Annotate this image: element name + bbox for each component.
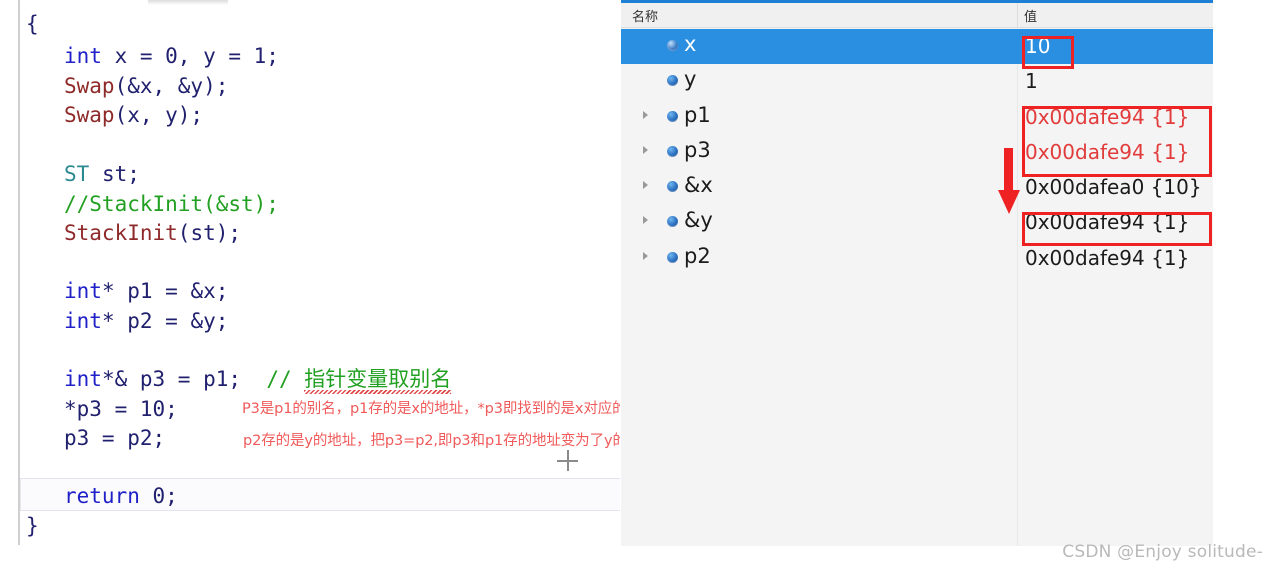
code-editor-pane[interactable]: {int x = 0, y = 1; Swap(&x, &y); Swap(x, y… <box>0 0 620 574</box>
variable-dot-icon <box>667 181 678 193</box>
clipped-text-sliver <box>148 0 228 5</box>
code-token: int <box>64 279 102 303</box>
code-token: int <box>64 367 102 391</box>
watch-column-header-value[interactable]: 值 <box>1024 6 1037 25</box>
watch-row[interactable]: p2 0x00dafe94 {1} <box>621 241 1213 276</box>
watch-row-name: p3 <box>684 137 711 162</box>
watch-row-value[interactable]: 0x00dafe94 {1} <box>1025 105 1189 129</box>
watch-row[interactable]: &y 0x00dafe94 {1} <box>621 205 1213 240</box>
variable-dot-icon <box>667 145 678 157</box>
code-token: int <box>64 309 102 333</box>
red-down-arrow-annotation <box>998 148 1020 214</box>
code-token: 0; <box>139 484 178 508</box>
code-token: Swap <box>64 74 115 98</box>
column-divider[interactable] <box>1017 3 1018 27</box>
watch-column-header: 名称 值 <box>621 3 1213 28</box>
variable-dot-icon <box>667 110 678 122</box>
watch-row[interactable]: y1 <box>621 64 1213 99</box>
chevron-right-icon[interactable] <box>643 110 648 119</box>
code-line[interactable]: return 0; <box>64 482 178 512</box>
chevron-right-icon[interactable] <box>643 251 648 260</box>
code-line[interactable]: *p3 = 10; <box>64 395 178 425</box>
watch-row[interactable]: x 10 <box>621 29 1213 65</box>
arrow-shaft <box>1004 148 1013 192</box>
code-token: //StackInit(&st); <box>64 192 279 216</box>
watch-row[interactable]: p3 0x00dafe94 {1} <box>621 135 1213 170</box>
code-line[interactable]: { <box>26 10 39 40</box>
code-token: 指针变量取别名 <box>304 367 452 391</box>
code-line[interactable]: int* p2 = &y; <box>64 307 228 337</box>
code-red-note: P3是p1的别名，p1存的是x的地址，*p3即找到的是x对应的值，*p3=10,… <box>242 401 620 417</box>
csdn-watermark: CSDN @Enjoy solitude- <box>1062 542 1263 562</box>
code-token: } <box>26 514 39 538</box>
code-token: *& p3 = p1; <box>101 367 267 391</box>
code-line[interactable]: ST st; <box>64 160 140 190</box>
code-token: int <box>64 44 102 68</box>
code-line[interactable]: int*& p3 = p1; // 指针变量取别名 <box>64 365 451 395</box>
watch-row-name: p1 <box>684 102 711 127</box>
watch-row[interactable]: p1 0x00dafe94 {1} <box>621 100 1213 135</box>
code-token: st; <box>89 162 140 186</box>
code-token: (x, y); <box>114 103 204 127</box>
code-line[interactable]: int* p1 = &x; <box>64 277 228 307</box>
code-token: return <box>64 484 140 508</box>
code-token: * p1 = &x; <box>101 279 229 303</box>
code-line[interactable]: int x = 0, y = 1; <box>64 42 279 72</box>
watch-row-value[interactable]: 1 <box>1025 69 1038 93</box>
watch-row-value[interactable]: 0x00dafe94 {1} <box>1025 246 1189 270</box>
chevron-right-icon[interactable] <box>643 216 648 225</box>
code-line[interactable]: Swap(x, y); <box>64 101 203 131</box>
watch-column-header-name[interactable]: 名称 <box>632 6 658 25</box>
code-token: (&x, &y); <box>114 74 229 98</box>
code-line[interactable]: //StackInit(&st); <box>64 190 279 220</box>
code-line[interactable]: } <box>26 512 39 542</box>
code-token: (st); <box>177 221 242 245</box>
watch-row-name: &x <box>684 173 713 198</box>
crosshair-cursor-icon <box>556 449 580 473</box>
chevron-right-icon[interactable] <box>643 181 648 190</box>
watch-row-name: y <box>684 67 697 92</box>
code-token: StackInit <box>64 221 178 245</box>
code-token: { <box>26 12 39 36</box>
watch-row[interactable]: &x 0x00dafea0 {10} <box>621 170 1213 205</box>
watch-row-list[interactable]: x 10 y 1 p1 0x00dafe94 {1} p3 0x00dafe94 {1} &x 0… <box>621 29 1213 276</box>
code-token: *p3 = 10; <box>64 397 178 421</box>
chevron-right-icon[interactable] <box>643 145 648 154</box>
code-line[interactable]: Swap(&x, &y); <box>64 72 228 102</box>
variable-dot-icon <box>667 216 678 228</box>
code-token: * p2 = &y; <box>101 309 229 333</box>
code-token: // <box>266 367 305 391</box>
editor-left-border <box>18 0 20 545</box>
code-token: Swap <box>64 103 115 127</box>
watch-row-name: p2 <box>684 243 711 268</box>
watch-row-name: x <box>684 32 697 56</box>
code-line[interactable]: p3 = p2; <box>64 424 165 454</box>
debugger-watch-panel[interactable]: 名称 值 x 10 y 1 p1 0x00dafe94 {1} p3 0x00dafe94 {… <box>621 0 1213 546</box>
arrow-head <box>998 190 1020 214</box>
variable-dot-icon <box>667 40 678 51</box>
screenshot-root: {int x = 0, y = 1; Swap(&x, &y); Swap(x, y… <box>0 0 1277 574</box>
code-token: x = 0, y = 1; <box>101 44 279 68</box>
watch-row-value[interactable]: 10 <box>1025 34 1050 58</box>
watch-row-name: &y <box>684 208 713 233</box>
code-line[interactable]: StackInit(st); <box>64 219 241 249</box>
watch-row-value[interactable]: 0x00dafea0 {10} <box>1025 175 1202 199</box>
variable-dot-icon <box>667 251 678 263</box>
variable-dot-icon <box>667 75 678 87</box>
watch-row-value[interactable]: 0x00dafe94 {1} <box>1025 140 1189 164</box>
code-red-note: p2存的是y的地址，把p3=p2,即p3和p1存的地址变为了y的地址 <box>243 433 620 449</box>
code-token: ST <box>64 162 90 186</box>
watch-row-value[interactable]: 0x00dafe94 {1} <box>1025 210 1189 234</box>
code-token: p3 = p2; <box>64 426 166 450</box>
